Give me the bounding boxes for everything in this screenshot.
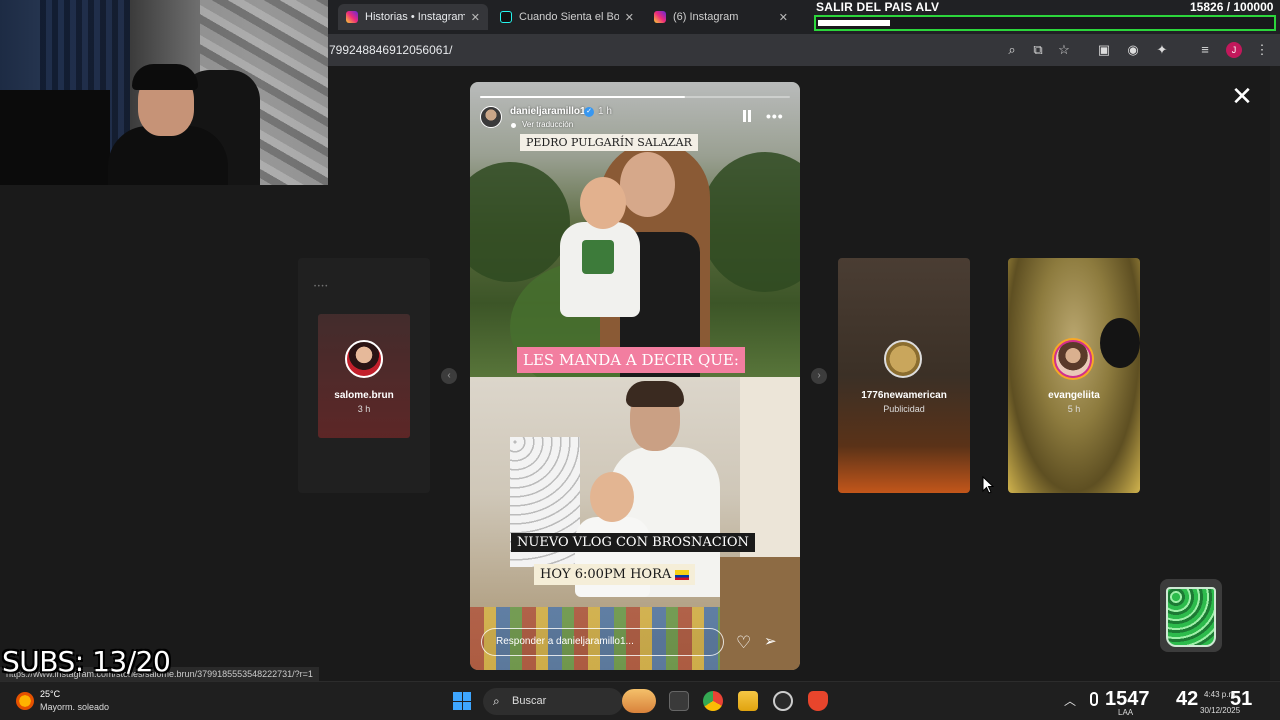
subs-counter: SUBS: 13/20 (2, 645, 171, 678)
goal-title: SALIR DEL PAIS ALV (816, 0, 940, 14)
story-username[interactable]: danieljaramillo1 (510, 106, 586, 117)
bookmark-star-icon[interactable]: ☆ (1056, 42, 1072, 58)
card-username: evangeliita (1048, 390, 1100, 401)
search-icon: ⌕ (493, 694, 500, 708)
recycle-bin-icon[interactable] (1160, 579, 1222, 652)
goal-count: 15826 / 100000 (1190, 0, 1274, 14)
microphone-icon[interactable] (1090, 692, 1098, 706)
chrome-icon[interactable] (703, 691, 723, 711)
instagram-icon (346, 11, 358, 23)
card-time: 5 h (1067, 404, 1081, 414)
language-indicator[interactable]: LAA (1118, 708, 1133, 717)
app-icon[interactable] (773, 691, 793, 711)
reply-input[interactable]: Responder a danieljaramillo1... (481, 628, 724, 656)
instagram-icon (654, 11, 666, 23)
task-view-icon[interactable] (669, 691, 689, 711)
pause-icon[interactable] (742, 110, 752, 122)
weather-temp[interactable]: 25°C (40, 689, 60, 699)
story-photo-bottom (470, 377, 800, 670)
caption-vlog: NUEVO VLOG CON BROSNACION (511, 533, 755, 552)
colombia-flag-icon (675, 569, 690, 580)
tray-counter: 42 (1176, 688, 1199, 710)
url-text[interactable]: 799248846912056061/ (329, 43, 452, 57)
story-time: 1 h (598, 106, 612, 117)
story-progress-fill (480, 96, 685, 98)
weather-icon[interactable] (16, 692, 34, 710)
search-label: Buscar (512, 695, 547, 707)
tab-label: (6) Instagram (673, 11, 739, 23)
card-preview (1100, 318, 1140, 368)
caption-mid: LES MANDA A DECIR QUE: (517, 347, 745, 373)
card-header: • • • • (314, 284, 328, 290)
close-stories-button[interactable]: ✕ (1230, 83, 1254, 109)
taskbar-search[interactable]: ⌕ Buscar (483, 688, 623, 715)
clock-date[interactable]: 30/12/2025 (1200, 706, 1240, 715)
tab-historias-instagram[interactable]: Historias • Instagram ✕ (338, 4, 488, 30)
send-icon[interactable]: ➢ (764, 632, 777, 650)
next-story-button[interactable]: › (811, 368, 827, 384)
menu-dots-icon[interactable]: ⋮ (1254, 42, 1270, 58)
screen: Historias • Instagram ✕ Cuando Sienta el… (0, 0, 1280, 720)
heart-icon[interactable]: ♡ (736, 633, 751, 653)
install-app-icon[interactable]: ⧉ (1030, 42, 1046, 58)
verified-badge-icon: ✓ (584, 107, 594, 117)
caption-top: PEDRO PULGARÍN SALAZAR (520, 134, 698, 151)
tab-instagram-6[interactable]: (6) Instagram ✕ (646, 4, 796, 30)
tab-cuando-sienta[interactable]: Cuando Sienta el Boom ✕ (492, 4, 642, 30)
card-username: 1776newamerican (861, 390, 947, 401)
card-username: salome.brun (334, 390, 394, 401)
close-icon[interactable]: ✕ (779, 11, 788, 24)
avatar (884, 340, 922, 378)
zoom-icon[interactable]: ⌕ (1004, 42, 1020, 58)
card-time: 3 h (357, 404, 371, 414)
avatar (345, 340, 383, 378)
taskbar: 25°C Mayorm. soleado ⌕ Buscar ︿ 1547 42 … (0, 681, 1280, 720)
tiktok-icon (500, 11, 512, 23)
burger-widget-icon[interactable] (622, 689, 656, 713)
webcam-overlay (0, 0, 328, 185)
goal-progress-fill (818, 20, 891, 26)
previous-story-button[interactable]: ‹ (441, 368, 457, 384)
card-sponsored: Publicidad (883, 404, 925, 414)
extension-icon[interactable]: ◉ (1125, 42, 1141, 58)
tab-label: Cuando Sienta el Boom (519, 11, 619, 23)
avatar[interactable] (480, 106, 502, 128)
tab-label: Historias • Instagram (365, 11, 465, 23)
caption-time: HOY 6:00PM HORA (534, 564, 696, 585)
reading-list-icon[interactable]: ≡ (1197, 42, 1213, 58)
goal-progress-bar (814, 15, 1276, 31)
scrollbar[interactable] (1270, 66, 1280, 680)
close-icon[interactable]: ✕ (471, 11, 480, 24)
story-photo-top (470, 82, 800, 392)
file-explorer-icon[interactable] (738, 691, 758, 711)
caption-time-text: HOY 6:00PM HORA (540, 567, 672, 582)
avatar (1054, 340, 1092, 378)
more-options-icon[interactable]: ••• (766, 108, 784, 124)
extension-icon[interactable]: ▣ (1096, 42, 1112, 58)
story-progress-bar (480, 96, 790, 98)
windows-start-icon[interactable] (453, 692, 471, 710)
brave-icon[interactable] (808, 691, 828, 711)
translate-link[interactable]: Ver traducción (522, 120, 573, 129)
weather-desc[interactable]: Mayorm. soleado (40, 702, 109, 712)
puzzle-icon[interactable]: ✦ (1154, 42, 1170, 58)
close-icon[interactable]: ✕ (625, 11, 634, 24)
translate-icon (511, 123, 516, 128)
clock-time[interactable]: 4:43 p.m. (1204, 690, 1237, 699)
story-viewer[interactable]: danieljaramillo1 ✓ 1 h Ver traducción ••… (470, 82, 800, 670)
mouse-cursor-icon (982, 476, 994, 494)
profile-avatar[interactable]: J (1226, 42, 1242, 58)
chevron-up-icon[interactable]: ︿ (1064, 692, 1076, 709)
